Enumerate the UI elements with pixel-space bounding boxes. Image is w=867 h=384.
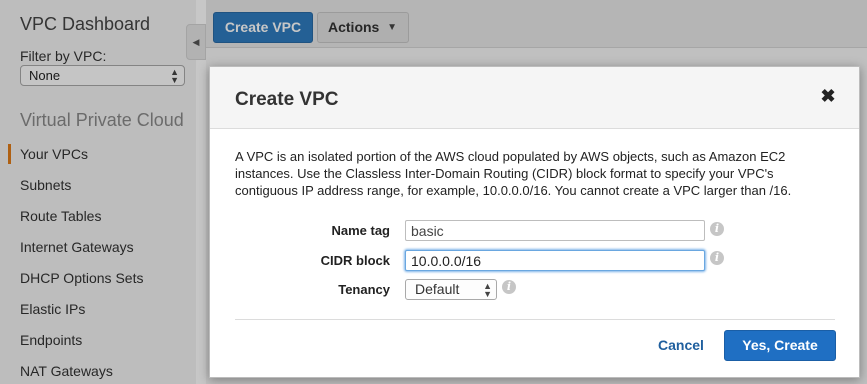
tenancy-label: Tenancy [338,282,390,297]
tenancy-info-icon[interactable]: i [502,280,516,294]
close-icon[interactable]: ✖ [819,87,837,105]
dialog-description: A VPC is an isolated portion of the AWS … [235,149,792,198]
dialog-title: Create VPC [235,89,339,110]
yes-create-button[interactable]: Yes, Create [724,330,836,361]
dialog-divider [235,319,835,320]
tenancy-value: Default [415,281,460,297]
cancel-button[interactable]: Cancel [658,337,704,353]
name-tag-input[interactable] [405,220,705,241]
select-arrows-icon: ▲ ▼ [483,281,492,299]
name-tag-info-icon[interactable]: i [710,222,724,236]
cidr-block-info-icon[interactable]: i [710,251,724,265]
cidr-block-label: CIDR block [320,253,390,268]
dialog-header: Create VPC ✖ [210,67,859,129]
name-tag-label: Name tag [331,223,390,238]
create-vpc-dialog: Create VPC ✖ A VPC is an isolated portio… [209,66,860,378]
tenancy-select[interactable]: Default ▲ ▼ [405,279,497,300]
cidr-block-input[interactable] [405,250,705,271]
